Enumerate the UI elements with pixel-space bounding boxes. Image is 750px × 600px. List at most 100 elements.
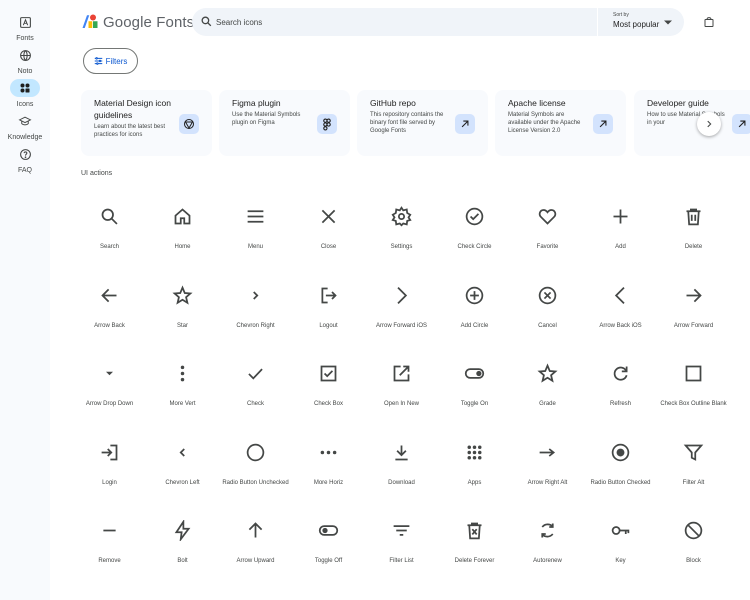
chevron-right-icon — [707, 120, 712, 128]
icon-tile-check-circle[interactable]: Check Circle — [438, 190, 511, 268]
carousel-next-button[interactable] — [697, 112, 721, 136]
icon-tile-favorite[interactable]: Favorite — [511, 190, 584, 268]
icon-tile-arrow-forward[interactable]: Arrow Forward — [657, 269, 730, 347]
icon-tile-download[interactable]: Download — [365, 426, 438, 504]
check-box-icon — [320, 365, 337, 382]
icon-tile-check[interactable]: Check — [219, 347, 292, 425]
icon-label: Login — [102, 479, 117, 486]
card-guidelines[interactable]: Material Design icon guidelines Learn ab… — [81, 90, 212, 156]
icon-label: Bolt — [177, 558, 188, 564]
icon-tile-arrow-drop-down[interactable]: Arrow Drop Down — [73, 347, 146, 425]
arrow-back-ios-icon — [614, 286, 625, 304]
icon-label: Search — [99, 244, 119, 250]
icon-tile-arrow-upward[interactable]: Arrow Upward — [219, 504, 292, 582]
icon-label: Chevron Left — [165, 479, 200, 486]
icon-tile-autorenew[interactable]: Autorenew — [511, 504, 584, 582]
icon-tile-arrow-right-alt[interactable]: Arrow Right Alt — [511, 426, 584, 504]
nav-item-noto[interactable]: Noto — [0, 46, 50, 75]
icon-tile-filter-alt[interactable]: Filter Alt — [657, 426, 730, 504]
icon-tile-filter-list[interactable]: Filter List — [365, 504, 438, 582]
icon-tile-toggle-on[interactable]: Toggle On — [438, 347, 511, 425]
search-icon — [201, 16, 212, 27]
icon-label: Filter List — [389, 558, 414, 564]
fonts-icon — [10, 13, 40, 31]
icon-tile-chevron-left[interactable]: Chevron Left — [146, 426, 219, 504]
nav-item-faq[interactable]: FAQ — [0, 145, 50, 174]
nav-item-knowledge[interactable]: Knowledge — [0, 112, 50, 141]
icon-tile-add-circle[interactable]: Add Circle — [438, 269, 511, 347]
icon-tile-logout[interactable]: Logout — [292, 269, 365, 347]
icon-tile-check-box[interactable]: Check Box — [292, 347, 365, 425]
toggle-off-icon — [318, 525, 339, 536]
icon-tile-menu[interactable]: Menu — [219, 190, 292, 268]
card-desc: This repository contains the binary font… — [370, 112, 444, 134]
icon-tile-refresh[interactable]: Refresh — [584, 347, 657, 425]
nav-item-icons[interactable]: Icons — [0, 79, 50, 108]
icon-tile-open-in-new[interactable]: Open In New — [365, 347, 438, 425]
icon-tile-more-vert[interactable]: More Vert — [146, 347, 219, 425]
block-icon — [684, 521, 703, 540]
icon-tile-close[interactable]: Close — [292, 190, 365, 268]
icon-tile-arrow-forward-ios[interactable]: Arrow Forward iOS — [365, 269, 438, 347]
icon-tile-star[interactable]: Star — [146, 269, 219, 347]
arrow-outward-icon — [593, 114, 613, 134]
menu-icon — [247, 210, 264, 223]
icon-label: Home — [174, 244, 191, 250]
sort-dropdown[interactable]: Sort by Most popular — [613, 12, 659, 29]
icon-tile-more-horiz[interactable]: More Horiz — [292, 426, 365, 504]
icon-tile-apps[interactable]: Apps — [438, 426, 511, 504]
icon-tile-arrow-back-ios[interactable]: Arrow Back iOS — [584, 269, 657, 347]
icon-tile-login[interactable]: Login — [73, 426, 146, 504]
resource-cards: Material Design icon guidelines Learn ab… — [81, 90, 750, 156]
key-icon — [611, 526, 630, 535]
sort-label: Sort by — [613, 12, 629, 18]
google-fonts-logo[interactable]: Google Fonts — [81, 13, 194, 31]
icon-tile-delete[interactable]: Delete — [657, 190, 730, 268]
icon-tile-key[interactable]: Key — [584, 504, 657, 582]
filters-button[interactable]: Filters — [83, 48, 138, 74]
check-box-outline-blank-icon — [685, 365, 702, 382]
icon-label: Toggle Off — [314, 558, 343, 564]
icon-tile-grade[interactable]: Grade — [511, 347, 584, 425]
icon-tile-toggle-off[interactable]: Toggle Off — [292, 504, 365, 582]
icon-tile-check-box-outline-blank[interactable]: Check Box Outline Blank — [657, 347, 730, 425]
chevron-left-icon — [179, 447, 185, 457]
icon-label: Add Circle — [460, 322, 489, 329]
card-github[interactable]: GitHub repo This repository contains the… — [357, 90, 488, 156]
card-developer-guide[interactable]: Developer guide How to use Material Symb… — [634, 90, 750, 156]
search-input[interactable] — [216, 13, 576, 31]
icon-label: Check — [246, 401, 264, 407]
icon-tile-home[interactable]: Home — [146, 190, 219, 268]
icon-tile-settings[interactable]: Settings — [365, 190, 438, 268]
shopping-bag-icon[interactable] — [703, 15, 715, 29]
remove-icon — [103, 529, 116, 532]
icon-tile-chevron-right[interactable]: Chevron Right — [219, 269, 292, 347]
icon-tile-radio-button-checked[interactable]: Radio Button Checked — [584, 426, 657, 504]
card-figma[interactable]: Figma plugin Use the Material Symbols pl… — [219, 90, 350, 156]
radio-button-unchecked-icon — [246, 443, 265, 461]
icon-tile-block[interactable]: Block — [657, 504, 730, 582]
star-icon — [172, 284, 193, 305]
chevron-right-icon — [253, 290, 259, 300]
icon-tile-bolt[interactable]: Bolt — [146, 504, 219, 582]
card-title: Material Design icon guidelines — [94, 98, 172, 120]
icon-tile-cancel[interactable]: Cancel — [511, 269, 584, 347]
icon-tile-add[interactable]: Add — [584, 190, 657, 268]
nav-item-fonts[interactable]: Fonts — [0, 13, 50, 42]
icon-tile-arrow-back[interactable]: Arrow Back — [73, 269, 146, 347]
refresh-icon — [613, 366, 628, 381]
icon-tile-delete-forever[interactable]: Delete Forever — [438, 504, 511, 582]
icon-label: Radio Button Unchecked — [222, 479, 289, 486]
icon-label: Refresh — [609, 401, 631, 407]
cancel-icon — [538, 286, 557, 304]
card-license[interactable]: Apache license Material Symbols are avai… — [495, 90, 626, 156]
icon-tile-radio-button-unchecked[interactable]: Radio Button Unchecked — [219, 426, 292, 504]
icon-tile-search[interactable]: Search — [73, 190, 146, 268]
icon-tile-remove[interactable]: Remove — [73, 504, 146, 582]
google-fonts-logo-icon — [82, 14, 98, 28]
arrow-drop-down-icon[interactable] — [664, 20, 672, 25]
icon-label: Filter Alt — [682, 479, 705, 486]
icon-label: Apps — [467, 479, 482, 486]
home-icon — [174, 208, 191, 225]
nav-rail: Fonts Noto Icons Knowledge FAQ — [0, 0, 50, 600]
